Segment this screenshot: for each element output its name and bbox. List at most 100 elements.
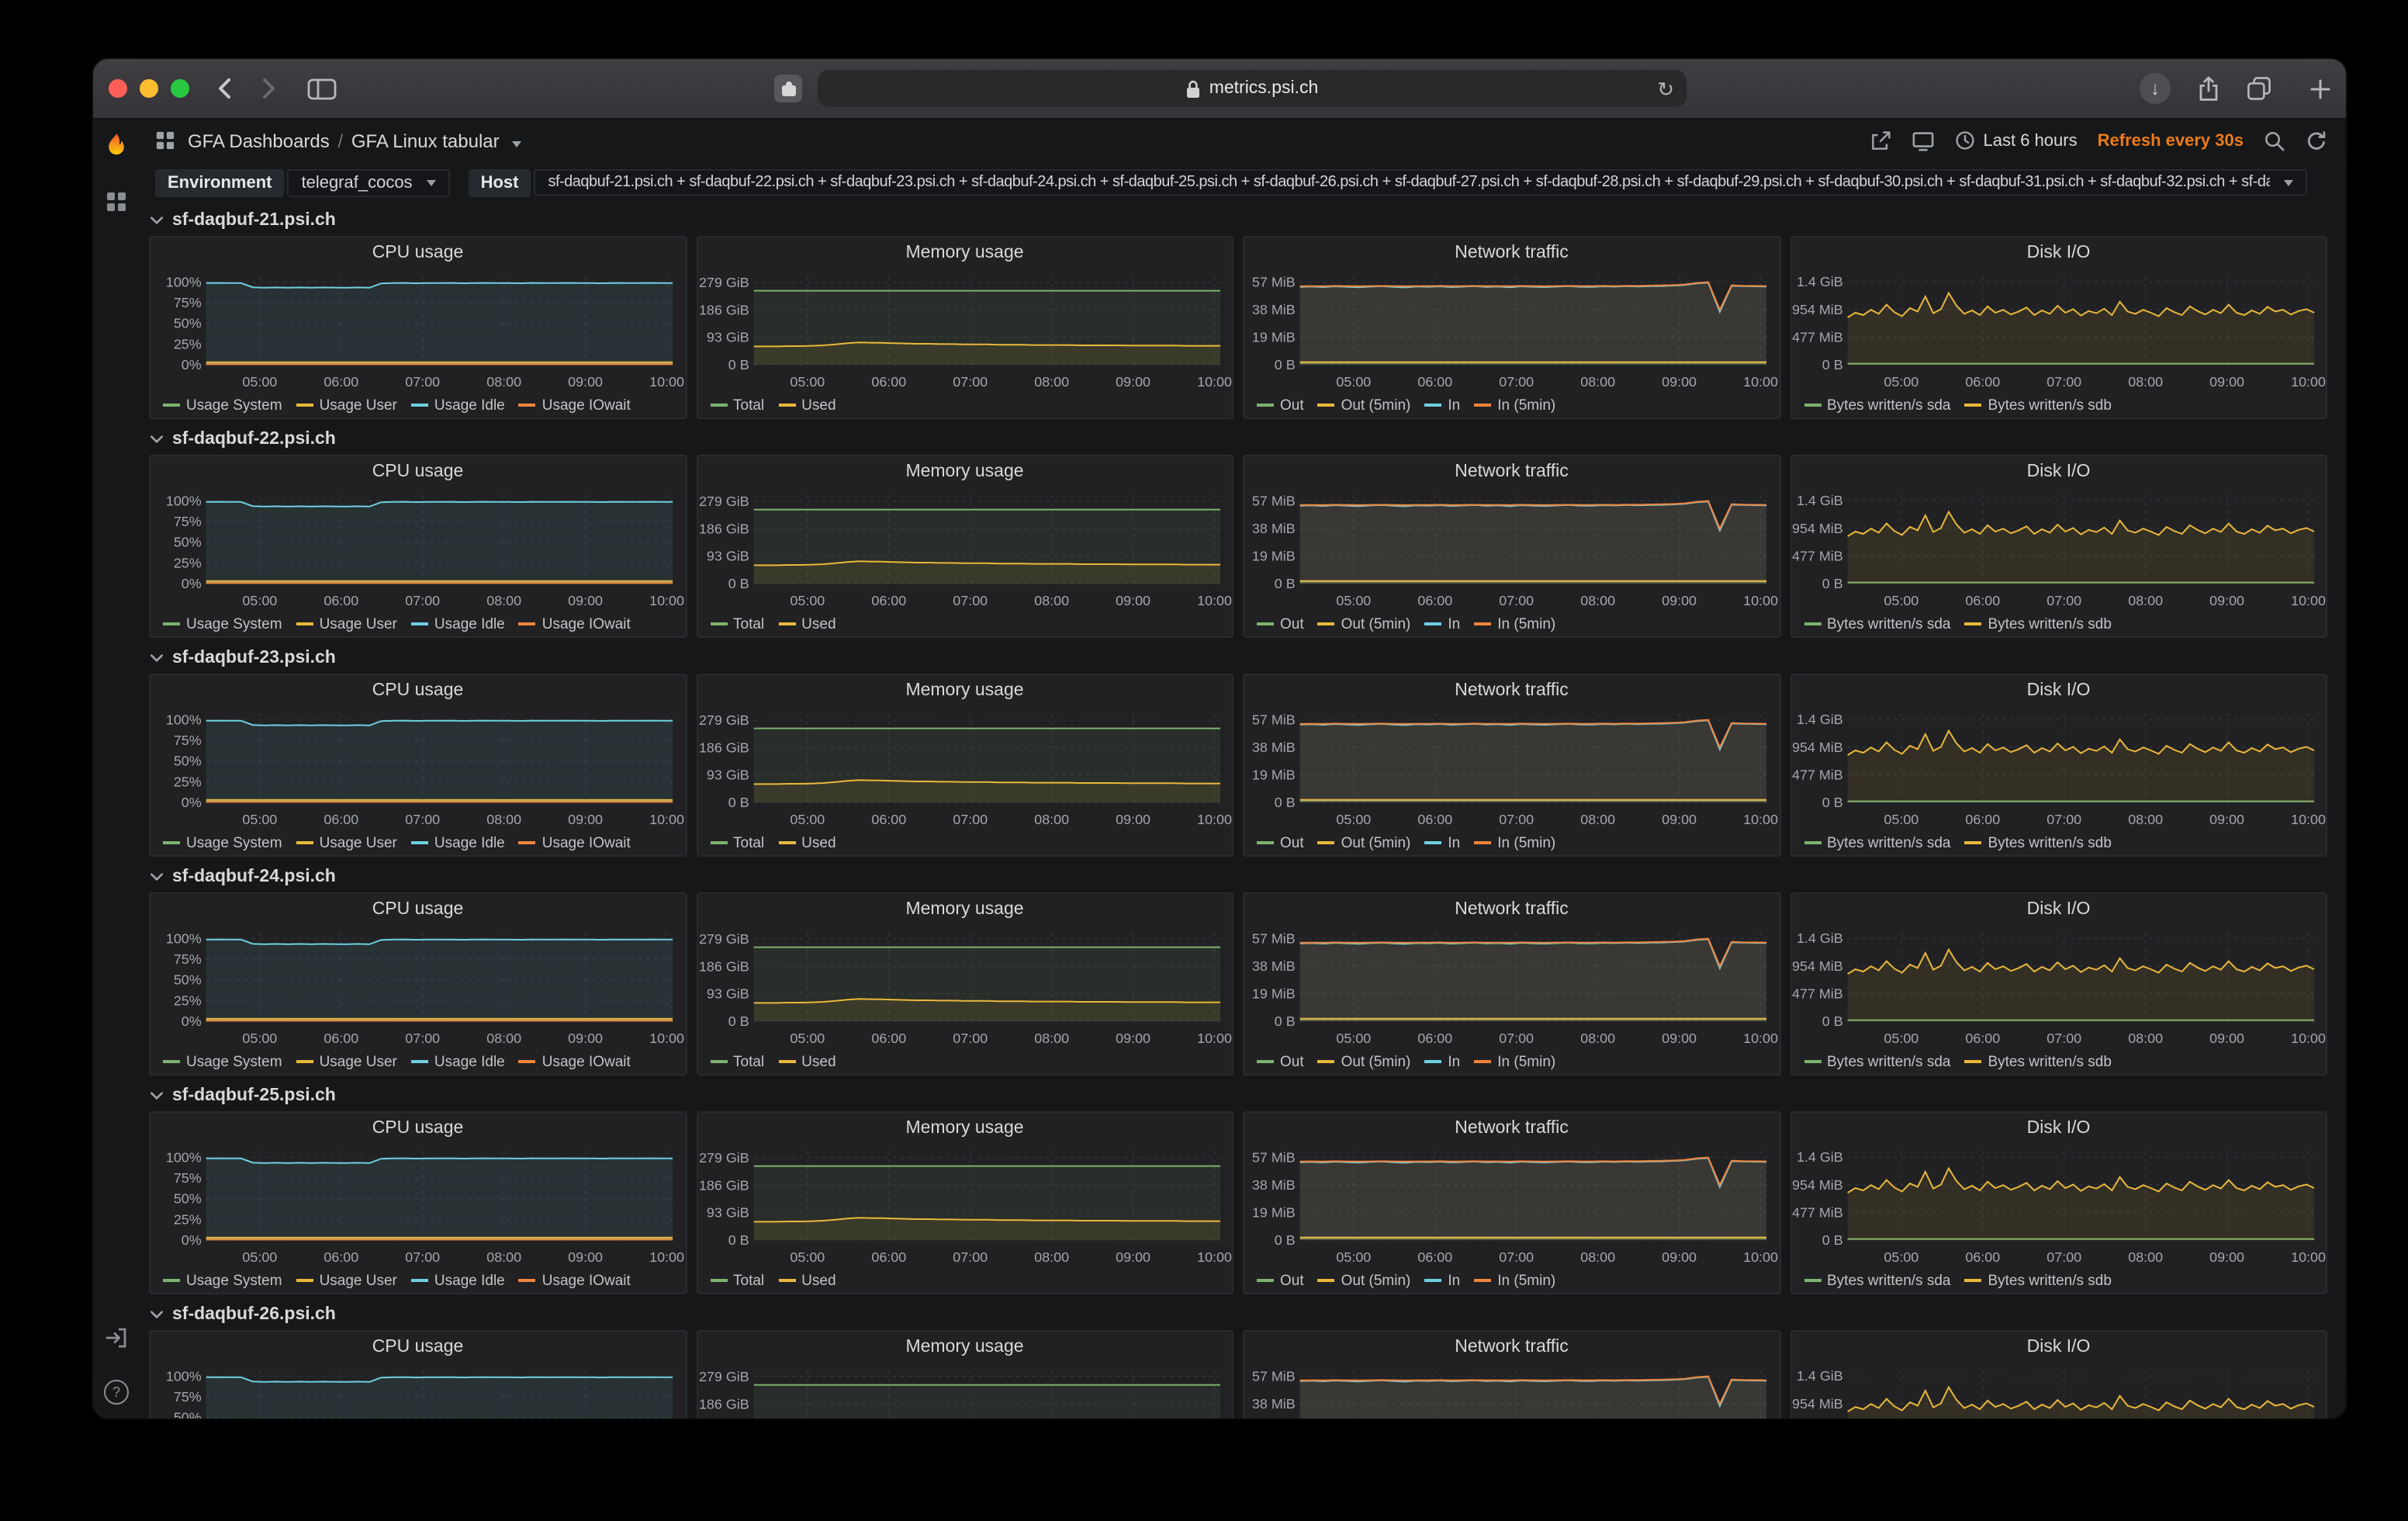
panel-title[interactable]: CPU usage <box>150 1112 685 1143</box>
legend-item-bytes-written-s-sdb[interactable]: Bytes written/s sdb <box>1964 1272 2111 1289</box>
tv-mode-icon[interactable] <box>1912 130 1936 152</box>
breadcrumb[interactable]: GFA Dashboards / GFA Linux tabular <box>188 130 521 152</box>
panel-title[interactable]: Memory usage <box>697 1331 1232 1362</box>
sign-in-icon[interactable] <box>106 1327 127 1349</box>
breadcrumb-folder[interactable]: GFA Dashboards <box>188 130 330 152</box>
legend-item-used[interactable]: Used <box>778 1053 836 1070</box>
zoom-window-button[interactable] <box>171 79 189 98</box>
panel-title[interactable]: Network traffic <box>1244 1112 1779 1143</box>
row-toggle-sf-daqbuf-23-psi-ch[interactable]: sf-daqbuf-23.psi.ch <box>149 648 2327 668</box>
legend-item-bytes-written-s-sdb[interactable]: Bytes written/s sdb <box>1964 1053 2111 1070</box>
legend-item-used[interactable]: Used <box>778 1272 836 1289</box>
legend-item-bytes-written-s-sda[interactable]: Bytes written/s sda <box>1804 1053 1950 1070</box>
legend-item-usage-idle[interactable]: Usage Idle <box>411 834 505 851</box>
legend-item-out[interactable]: Out <box>1257 834 1304 851</box>
panel-title[interactable]: Memory usage <box>697 674 1232 705</box>
chart-plot[interactable]: 0 B19 MiB38 MiB57 MiB05:0006:0007:0008:0… <box>1244 1143 1779 1270</box>
close-window-button[interactable] <box>109 79 127 98</box>
chart-plot[interactable]: 0 B19 MiB38 MiB57 MiB05:0006:0007:0008:0… <box>1244 1362 1779 1419</box>
address-bar[interactable]: metrics.psi.ch ↻ <box>818 70 1687 107</box>
downloads-icon[interactable]: ↓ <box>2140 73 2171 104</box>
apps-icon[interactable] <box>106 191 127 213</box>
chart-plot[interactable]: 0 B19 MiB38 MiB57 MiB05:0006:0007:0008:0… <box>1244 705 1779 833</box>
panel-title[interactable]: CPU usage <box>150 674 685 705</box>
legend-item-usage-idle[interactable]: Usage Idle <box>411 615 505 632</box>
legend-item-usage-system[interactable]: Usage System <box>163 1053 282 1070</box>
panel-title[interactable]: Disk I/O <box>1791 674 2326 705</box>
panel-title[interactable]: Disk I/O <box>1791 1331 2326 1362</box>
chart-plot[interactable]: 0 B93 GiB186 GiB279 GiB05:0006:0007:0008… <box>697 1362 1232 1419</box>
panel-title[interactable]: Network traffic <box>1244 237 1779 268</box>
legend-item-bytes-written-s-sda[interactable]: Bytes written/s sda <box>1804 397 1950 414</box>
row-toggle-sf-daqbuf-25-psi-ch[interactable]: sf-daqbuf-25.psi.ch <box>149 1086 2327 1106</box>
legend-item-in[interactable]: In <box>1424 615 1460 632</box>
panel-title[interactable]: Memory usage <box>697 1112 1232 1143</box>
legend-item-bytes-written-s-sdb[interactable]: Bytes written/s sdb <box>1964 397 2111 414</box>
legend-item-total[interactable]: Total <box>710 397 764 414</box>
time-range-picker[interactable]: Last 6 hours <box>1956 131 2078 151</box>
chart-plot[interactable]: 0 B19 MiB38 MiB57 MiB05:0006:0007:0008:0… <box>1244 487 1779 614</box>
legend-item-in-5min[interactable]: In (5min) <box>1474 397 1555 414</box>
chart-plot[interactable]: 0 B477 MiB954 MiB1.4 GiB05:0006:0007:000… <box>1791 924 2326 1052</box>
minimize-window-button[interactable] <box>140 79 158 98</box>
chart-plot[interactable]: 0 B477 MiB954 MiB1.4 GiB05:0006:0007:000… <box>1791 1362 2326 1419</box>
share-icon[interactable] <box>2197 75 2220 102</box>
panel-title[interactable]: Disk I/O <box>1791 456 2326 487</box>
legend-item-usage-system[interactable]: Usage System <box>163 1272 282 1289</box>
panel-title[interactable]: Memory usage <box>697 893 1232 924</box>
help-icon[interactable]: ? <box>104 1380 129 1405</box>
legend-item-usage-user[interactable]: Usage User <box>296 615 397 632</box>
legend-item-usage-iowait[interactable]: Usage IOwait <box>519 834 631 851</box>
panel-title[interactable]: Memory usage <box>697 456 1232 487</box>
legend-item-out[interactable]: Out <box>1257 1053 1304 1070</box>
legend-item-in-5min[interactable]: In (5min) <box>1474 1272 1555 1289</box>
legend-item-in[interactable]: In <box>1424 1272 1460 1289</box>
refresh-icon[interactable] <box>2306 130 2327 152</box>
refresh-interval-picker[interactable]: Refresh every 30s <box>2098 132 2244 151</box>
environment-dropdown[interactable]: telegraf_cocos <box>287 169 449 197</box>
panel-title[interactable]: Network traffic <box>1244 1331 1779 1362</box>
back-icon[interactable] <box>214 76 236 101</box>
chart-plot[interactable]: 0%25%50%75%100%05:0006:0007:0008:0009:00… <box>150 1143 685 1270</box>
panel-title[interactable]: CPU usage <box>150 893 685 924</box>
reload-icon[interactable]: ↻ <box>1657 78 1674 99</box>
legend-item-usage-iowait[interactable]: Usage IOwait <box>519 1272 631 1289</box>
chart-plot[interactable]: 0 B93 GiB186 GiB279 GiB05:0006:0007:0008… <box>697 705 1232 833</box>
chart-plot[interactable]: 0 B93 GiB186 GiB279 GiB05:0006:0007:0008… <box>697 268 1232 395</box>
grafana-logo-icon[interactable] <box>102 132 130 160</box>
legend-item-usage-idle[interactable]: Usage Idle <box>411 1272 505 1289</box>
legend-item-total[interactable]: Total <box>710 615 764 632</box>
panel-title[interactable]: Network traffic <box>1244 893 1779 924</box>
legend-item-out-5min[interactable]: Out (5min) <box>1318 615 1411 632</box>
row-toggle-sf-daqbuf-24-psi-ch[interactable]: sf-daqbuf-24.psi.ch <box>149 867 2327 887</box>
legend-item-out[interactable]: Out <box>1257 397 1304 414</box>
panel-title[interactable]: Disk I/O <box>1791 893 2326 924</box>
legend-item-bytes-written-s-sda[interactable]: Bytes written/s sda <box>1804 1272 1950 1289</box>
legend-item-usage-user[interactable]: Usage User <box>296 1272 397 1289</box>
legend-item-used[interactable]: Used <box>778 615 836 632</box>
panel-title[interactable]: Disk I/O <box>1791 1112 2326 1143</box>
legend-item-bytes-written-s-sda[interactable]: Bytes written/s sda <box>1804 834 1950 851</box>
legend-item-out-5min[interactable]: Out (5min) <box>1318 397 1411 414</box>
breadcrumb-dashboard-title[interactable]: GFA Linux tabular <box>351 130 500 152</box>
legend-item-usage-user[interactable]: Usage User <box>296 1053 397 1070</box>
legend-item-total[interactable]: Total <box>710 1053 764 1070</box>
chart-plot[interactable]: 0%25%50%75%100%05:0006:0007:0008:0009:00… <box>150 268 685 395</box>
panel-title[interactable]: CPU usage <box>150 237 685 268</box>
sidebar-toggle-icon[interactable] <box>307 77 337 100</box>
chart-plot[interactable]: 0%25%50%75%100%05:0006:0007:0008:0009:00… <box>150 924 685 1052</box>
panel-title[interactable]: Memory usage <box>697 237 1232 268</box>
legend-item-usage-user[interactable]: Usage User <box>296 834 397 851</box>
legend-item-in[interactable]: In <box>1424 1053 1460 1070</box>
legend-item-usage-iowait[interactable]: Usage IOwait <box>519 1053 631 1070</box>
legend-item-total[interactable]: Total <box>710 1272 764 1289</box>
legend-item-usage-idle[interactable]: Usage Idle <box>411 1053 505 1070</box>
legend-item-usage-system[interactable]: Usage System <box>163 834 282 851</box>
panel-title[interactable]: CPU usage <box>150 456 685 487</box>
legend-item-usage-idle[interactable]: Usage Idle <box>411 397 505 414</box>
chart-plot[interactable]: 0%25%50%75%100%05:0006:0007:0008:0009:00… <box>150 705 685 833</box>
legend-item-usage-user[interactable]: Usage User <box>296 397 397 414</box>
legend-item-in-5min[interactable]: In (5min) <box>1474 615 1555 632</box>
legend-item-out[interactable]: Out <box>1257 1272 1304 1289</box>
new-tab-icon[interactable] <box>2310 78 2330 99</box>
